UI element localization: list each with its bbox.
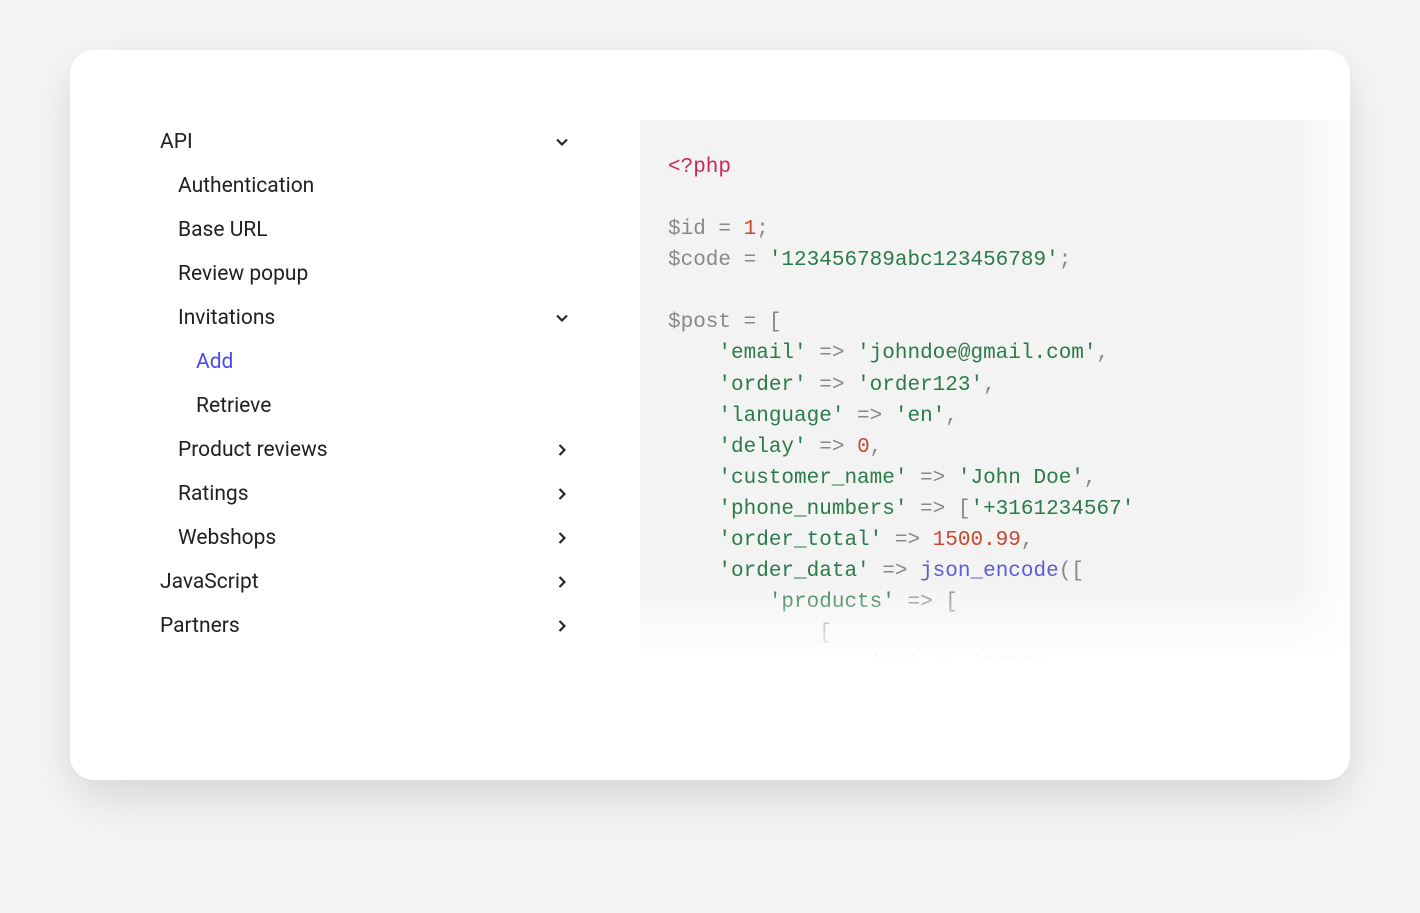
nav-item-label: Partners: [160, 616, 240, 637]
code-token: 'email': [718, 342, 806, 365]
nav-item-label: Add: [196, 352, 233, 373]
code-token: ,: [983, 374, 996, 397]
chevron-right-icon: [552, 440, 572, 460]
code-token: $code: [668, 249, 731, 272]
code-token: $id: [668, 218, 706, 241]
code-token: => [: [895, 591, 958, 614]
code-token: 'customer_name': [718, 467, 907, 490]
code-token: 'language': [718, 405, 844, 428]
code-token: =>: [807, 436, 857, 459]
nav-item-label: Retrieve: [196, 396, 271, 417]
code-token: $post: [668, 311, 731, 334]
code-token: => [: [907, 498, 970, 521]
code-token: 1500.99: [933, 529, 1021, 552]
code-token: '1234': [970, 653, 1046, 660]
code-token: 'en': [895, 405, 945, 428]
code-token: =>: [807, 374, 857, 397]
chevron-right-icon: [552, 572, 572, 592]
code-token: [668, 374, 718, 397]
code-token: =>: [882, 529, 932, 552]
code-token: [668, 405, 718, 428]
nav-item-label: API: [160, 132, 193, 153]
code-token: '+3161234567': [970, 498, 1134, 521]
chevron-down-icon: [552, 308, 572, 328]
code-token: 'johndoe@gmail.com': [857, 342, 1096, 365]
sidebar-nav: API Authentication Base URL Review popup Inv…: [160, 120, 580, 780]
code-token: json_encode: [920, 560, 1059, 583]
code-token: ,: [1084, 467, 1097, 490]
nav-item-base-url[interactable]: Base URL: [160, 208, 580, 252]
code-token: =>: [907, 467, 957, 490]
nav-item-label: Authentication: [178, 176, 314, 197]
code-token: ([: [1059, 560, 1084, 583]
code-token: 1: [744, 218, 757, 241]
nav-item-label: Invitations: [178, 308, 275, 329]
code-token: 'order': [718, 374, 806, 397]
nav-item-add[interactable]: Add: [160, 340, 580, 384]
documentation-card: API Authentication Base URL Review popup Inv…: [70, 50, 1350, 780]
code-token: '123456789abc123456789': [769, 249, 1059, 272]
code-token: 'John Doe': [958, 467, 1084, 490]
code-token: =: [731, 249, 769, 272]
nav-item-ratings[interactable]: Ratings: [160, 472, 580, 516]
code-token: = [: [731, 311, 781, 334]
nav-item-label: JavaScript: [160, 572, 259, 593]
nav-item-api[interactable]: API: [160, 120, 580, 164]
chevron-right-icon: [552, 528, 572, 548]
code-token: [668, 591, 769, 614]
code-token: 'delay': [718, 436, 806, 459]
nav-item-javascript[interactable]: JavaScript: [160, 560, 580, 604]
nav-item-partners[interactable]: Partners: [160, 604, 580, 648]
code-token: 'phone_numbers': [718, 498, 907, 521]
code-token: 0: [857, 436, 870, 459]
nav-item-label: Review popup: [178, 264, 308, 285]
nav-item-review-popup[interactable]: Review popup: [160, 252, 580, 296]
nav-item-label: Webshops: [178, 528, 276, 549]
code-token: 'products': [769, 591, 895, 614]
code-block: <?php $id = 1; $code = '123456789abc1234…: [668, 152, 1350, 660]
code-token: ,: [945, 405, 958, 428]
nav-item-invitations[interactable]: Invitations: [160, 296, 580, 340]
nav-item-label: Base URL: [178, 220, 268, 241]
code-token: 'order_data': [718, 560, 869, 583]
nav-item-label: Ratings: [178, 484, 249, 505]
code-token: =: [706, 218, 744, 241]
code-panel: <?php $id = 1; $code = '123456789abc1234…: [640, 120, 1350, 660]
nav-item-label: Product reviews: [178, 440, 328, 461]
code-token: =>: [807, 342, 857, 365]
nav-item-webshops[interactable]: Webshops: [160, 516, 580, 560]
code-token: [668, 653, 870, 660]
code-token: [668, 560, 718, 583]
code-token: =>: [844, 405, 894, 428]
code-token: =>: [870, 560, 920, 583]
nav-item-authentication[interactable]: Authentication: [160, 164, 580, 208]
code-token: ;: [1059, 249, 1072, 272]
code-token: [668, 342, 718, 365]
code-token: 'order_total': [718, 529, 882, 552]
chevron-right-icon: [552, 484, 572, 504]
code-token: ;: [756, 218, 769, 241]
chevron-right-icon: [552, 616, 572, 636]
code-token: ,: [1097, 342, 1110, 365]
code-token: [668, 467, 718, 490]
code-token: ,: [1021, 529, 1034, 552]
code-token: [668, 436, 718, 459]
code-token: [668, 498, 718, 521]
nav-item-retrieve[interactable]: Retrieve: [160, 384, 580, 428]
code-token: 'order123': [857, 374, 983, 397]
code-token: <?php: [668, 156, 731, 179]
chevron-down-icon: [552, 132, 572, 152]
code-token: [: [668, 622, 832, 645]
code-token: ,: [870, 436, 883, 459]
code-token: [668, 529, 718, 552]
code-token: 'id': [870, 653, 920, 660]
code-token: =>: [920, 653, 970, 660]
nav-item-product-reviews[interactable]: Product reviews: [160, 428, 580, 472]
